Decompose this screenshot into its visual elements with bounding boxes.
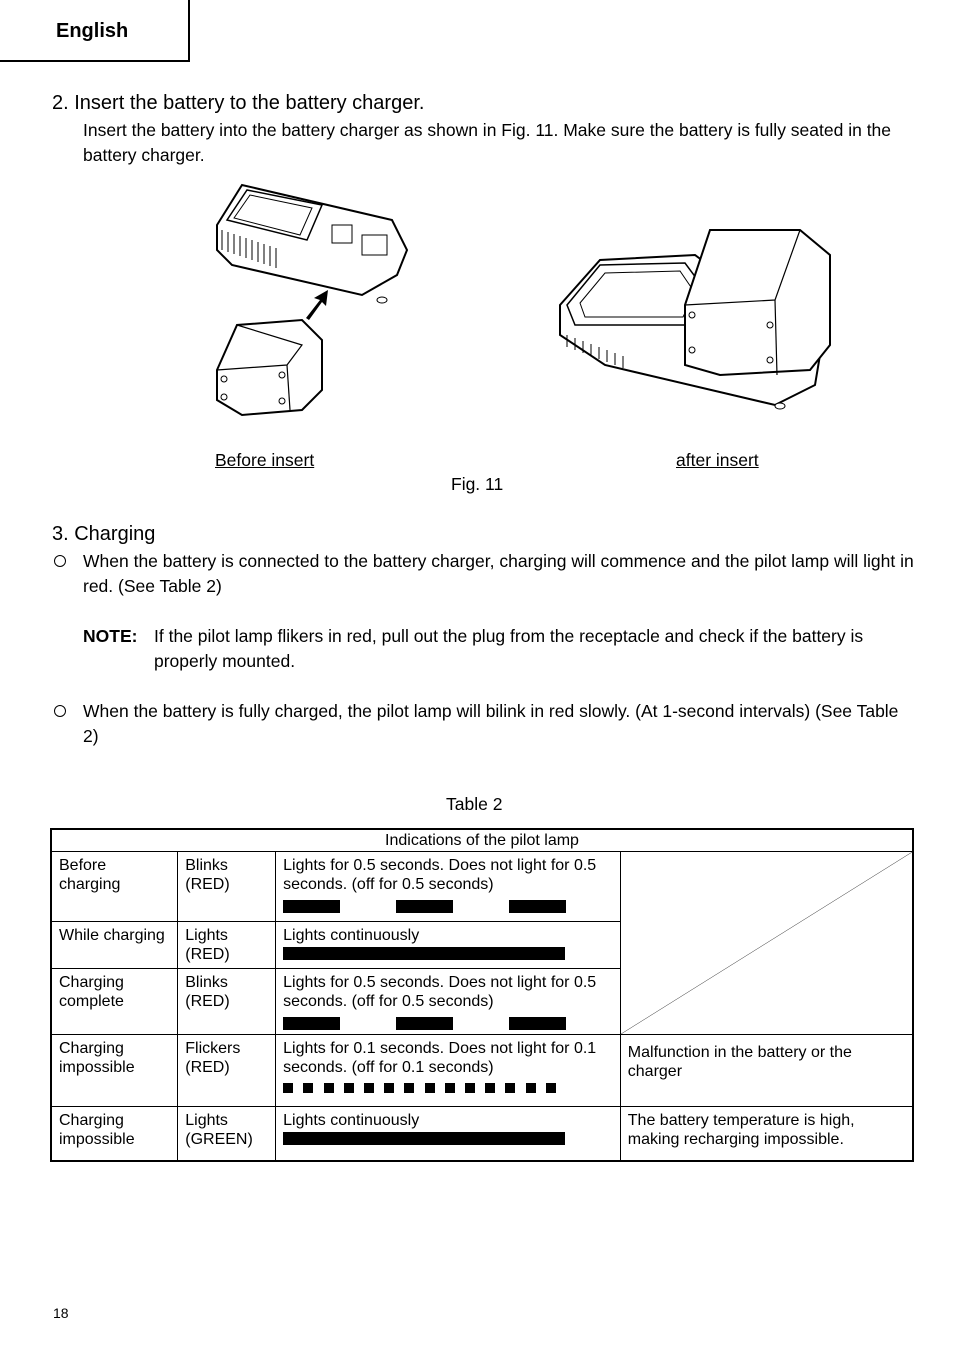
lamp-on-segment xyxy=(509,900,567,913)
step3-bullet1: When the battery is connected to the bat… xyxy=(83,551,914,596)
lamp-pattern xyxy=(283,1017,567,1030)
desc-text: Lights for 0.1 seconds. Does not light f… xyxy=(283,1040,597,1076)
step2-body: Insert the battery into the battery char… xyxy=(83,120,892,165)
table-caption: Table 2 xyxy=(446,794,503,814)
lamp-cell: Lights (RED) xyxy=(177,921,277,969)
lamp-on-segment xyxy=(283,947,566,960)
before-insert-label: Before insert xyxy=(215,450,315,470)
note-label: NOTE: xyxy=(83,626,138,646)
state-cell: Charging impossible xyxy=(50,1034,179,1107)
state-cell: Charging complete xyxy=(50,968,179,1035)
lamp-on-segment xyxy=(283,1132,566,1145)
lamp-on-segment xyxy=(464,1083,475,1093)
lamp-on-segment xyxy=(396,1017,454,1030)
table-header-row: Indications of the pilot lamp xyxy=(50,828,914,852)
lamp-on-segment xyxy=(444,1083,455,1093)
pilot-lamp-table: Indications of the pilot lamp Before cha… xyxy=(50,828,914,1162)
lamp-pattern xyxy=(283,947,567,960)
lamp-on-segment xyxy=(396,900,454,913)
table-row: Before charging Blinks (RED) Lights for … xyxy=(50,851,914,1035)
battery-illustration xyxy=(216,318,323,417)
desc-text: Lights continuously xyxy=(283,1112,420,1129)
charger-after-illustration xyxy=(559,229,831,410)
lamp-on-segment xyxy=(525,1083,536,1093)
lamp-on-segment xyxy=(343,1083,354,1093)
lamp-pattern xyxy=(283,1132,567,1145)
note-text: If the pilot lamp flikers in red, pull o… xyxy=(154,626,864,671)
bullet-circle-icon xyxy=(54,555,66,567)
lamp-cell: Blinks (RED) xyxy=(177,968,277,1035)
lamp-on-segment xyxy=(424,1083,435,1093)
after-insert-label: after insert xyxy=(676,450,759,470)
bullet-circle-icon xyxy=(54,705,66,717)
diagonal-line xyxy=(621,852,912,1034)
lamp-cell: Blinks (RED) xyxy=(177,851,277,922)
table-row: Charging impossible Lights (GREEN) Light… xyxy=(50,1106,914,1161)
table-header: Indications of the pilot lamp xyxy=(50,828,914,852)
lamp-on-segment xyxy=(323,1083,334,1093)
desc-cell: Lights continuously xyxy=(275,921,621,969)
empty-diagonal-cell xyxy=(619,851,914,1035)
lamp-on-segment xyxy=(283,900,341,913)
note-cell: Malfunction in the battery or the charge… xyxy=(619,1034,914,1107)
desc-cell: Lights continuously xyxy=(275,1106,621,1161)
lamp-on-segment xyxy=(363,1083,374,1093)
desc-cell: Lights for 0.5 seconds. Does not light f… xyxy=(275,968,621,1035)
table-row: Charging impossible Flickers (RED) Light… xyxy=(50,1034,914,1107)
state-cell: Charging impossible xyxy=(50,1106,179,1161)
desc-text: Lights for 0.5 seconds. Does not light f… xyxy=(283,974,597,1010)
state-cell: While charging xyxy=(50,921,179,969)
step3-bullet2: When the battery is fully charged, the p… xyxy=(83,701,899,746)
state-cell: Before charging xyxy=(50,851,179,922)
desc-text: Lights continuously xyxy=(283,927,420,944)
step2-title: 2. Insert the battery to the battery cha… xyxy=(52,92,425,114)
lamp-on-segment xyxy=(545,1083,556,1093)
page-number: 18 xyxy=(53,1305,69,1321)
lamp-pattern xyxy=(283,1083,567,1096)
language-label: English xyxy=(56,20,129,42)
language-tab: English xyxy=(0,0,190,62)
lamp-on-segment xyxy=(303,1083,314,1093)
note-cell: The battery temperature is high, making … xyxy=(619,1106,914,1161)
desc-text: Lights for 0.5 seconds. Does not light f… xyxy=(283,857,597,893)
lamp-cell: Flickers (RED) xyxy=(177,1034,277,1107)
lamp-pattern xyxy=(283,900,567,913)
lamp-on-segment xyxy=(283,1083,294,1093)
lamp-on-segment xyxy=(283,1017,341,1030)
lamp-on-segment xyxy=(505,1083,516,1093)
figure-caption: Fig. 11 xyxy=(451,474,504,494)
desc-cell: Lights for 0.1 seconds. Does not light f… xyxy=(275,1034,621,1107)
lamp-on-segment xyxy=(485,1083,496,1093)
desc-cell: Lights for 0.5 seconds. Does not light f… xyxy=(275,851,621,922)
lamp-cell: Lights (GREEN) xyxy=(177,1106,277,1161)
step3-title: 3. Charging xyxy=(52,523,156,545)
lamp-on-segment xyxy=(509,1017,567,1030)
lamp-on-segment xyxy=(404,1083,415,1093)
lamp-on-segment xyxy=(384,1083,395,1093)
